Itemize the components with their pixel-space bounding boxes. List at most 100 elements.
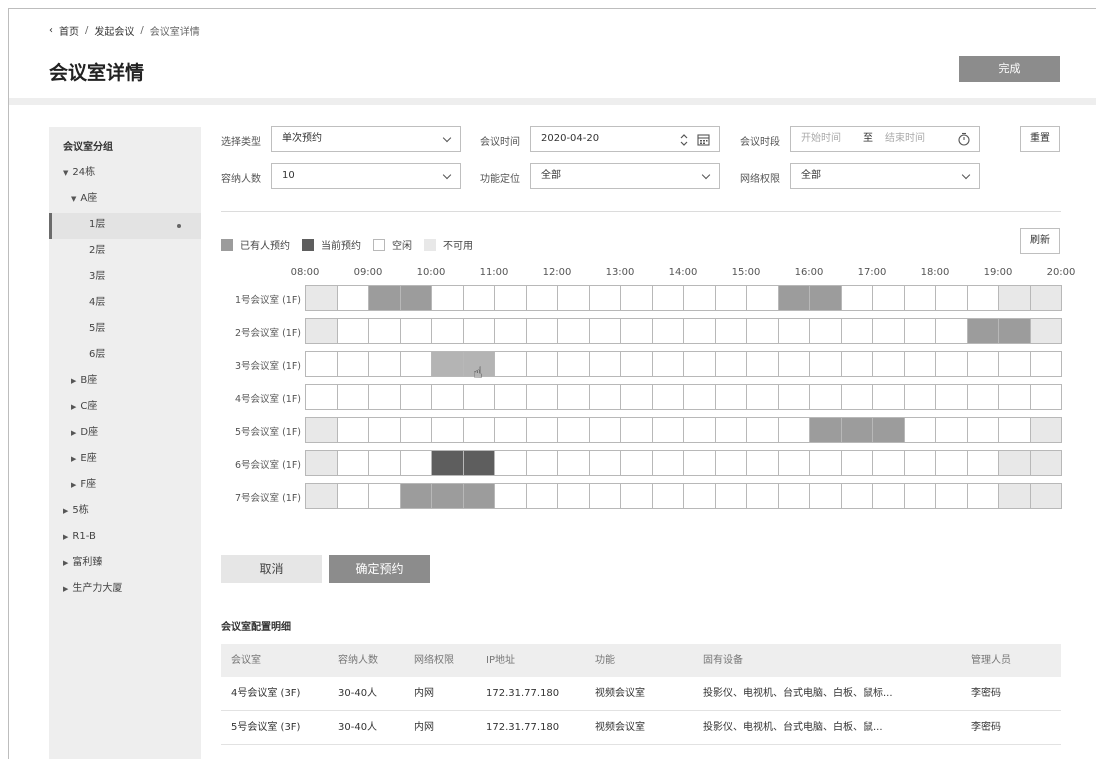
slot-booked[interactable]	[872, 417, 905, 443]
slot-booked[interactable]	[431, 483, 464, 509]
slot-free[interactable]	[399, 384, 432, 410]
capacity-select[interactable]: 10	[271, 163, 461, 189]
slot-free[interactable]	[966, 351, 999, 377]
period-range-input[interactable]: 开始时间 至 结束时间	[790, 126, 980, 152]
slot-free[interactable]	[714, 417, 747, 443]
sidebar-item[interactable]: 5层	[89, 316, 105, 342]
slot-free[interactable]	[714, 483, 747, 509]
slot-free[interactable]	[809, 450, 842, 476]
sidebar-item[interactable]: 6层	[89, 342, 105, 368]
slot-free[interactable]	[683, 483, 716, 509]
slot-free[interactable]	[966, 384, 999, 410]
slot-free[interactable]	[494, 318, 527, 344]
slot-free[interactable]	[525, 417, 558, 443]
slot-booked[interactable]	[399, 285, 432, 311]
slot-free[interactable]	[872, 285, 905, 311]
slot-free[interactable]	[714, 450, 747, 476]
slot-free[interactable]	[746, 384, 779, 410]
slot-free[interactable]	[336, 318, 369, 344]
slot-free[interactable]	[305, 384, 338, 410]
slot-free[interactable]	[998, 384, 1031, 410]
slot-free[interactable]	[620, 351, 653, 377]
slot-free[interactable]	[777, 483, 810, 509]
slot-free[interactable]	[588, 318, 621, 344]
slot-free[interactable]	[431, 417, 464, 443]
slot-booked[interactable]	[840, 417, 873, 443]
slot-free[interactable]	[746, 285, 779, 311]
slot-free[interactable]	[557, 483, 590, 509]
sidebar-item[interactable]: ▼ 24栋	[63, 160, 95, 186]
slot-free[interactable]	[651, 285, 684, 311]
slot-free[interactable]	[620, 318, 653, 344]
sidebar-item[interactable]: ▶ B座	[71, 368, 97, 394]
slot-free[interactable]	[494, 285, 527, 311]
slot-free[interactable]	[368, 351, 401, 377]
slot-free[interactable]	[746, 417, 779, 443]
slot-free[interactable]	[336, 285, 369, 311]
slot-free[interactable]	[431, 384, 464, 410]
slot-free[interactable]	[998, 417, 1031, 443]
slot-free[interactable]	[368, 384, 401, 410]
done-button[interactable]: 完成	[959, 56, 1060, 82]
sidebar-item[interactable]: 1层	[89, 212, 105, 238]
refresh-button[interactable]: 刷新	[1020, 228, 1060, 254]
slot-current[interactable]	[462, 450, 495, 476]
slot-free[interactable]	[903, 351, 936, 377]
breadcrumb-home[interactable]: 首页	[59, 23, 79, 38]
slot-free[interactable]	[620, 483, 653, 509]
slot-free[interactable]	[399, 450, 432, 476]
slot-free[interactable]	[525, 384, 558, 410]
sidebar-item[interactable]: ▼ A座	[71, 186, 97, 212]
sidebar-item[interactable]: ▶ 富利臻	[63, 550, 102, 576]
slot-free[interactable]	[651, 351, 684, 377]
slot-free[interactable]	[998, 351, 1031, 377]
slot-free[interactable]	[620, 417, 653, 443]
slot-free[interactable]	[305, 351, 338, 377]
slot-free[interactable]	[557, 450, 590, 476]
slot-free[interactable]	[588, 285, 621, 311]
timer-icon[interactable]	[957, 132, 971, 146]
slot-free[interactable]	[368, 417, 401, 443]
slot-free[interactable]	[809, 483, 842, 509]
table-row[interactable]: 4号会议室 (3F) 30-40人 内网 172.31.77.180 视频会议室 投影仪、…	[221, 677, 1061, 711]
slot-free[interactable]	[651, 318, 684, 344]
slot-free[interactable]	[525, 483, 558, 509]
slot-booked[interactable]	[809, 417, 842, 443]
slot-free[interactable]	[809, 384, 842, 410]
slot-free[interactable]	[620, 384, 653, 410]
slot-free[interactable]	[588, 483, 621, 509]
slot-free[interactable]	[336, 351, 369, 377]
slot-booked[interactable]	[998, 318, 1031, 344]
slot-free[interactable]	[777, 417, 810, 443]
slot-free[interactable]	[683, 384, 716, 410]
slot-free[interactable]	[903, 384, 936, 410]
slot-free[interactable]	[935, 417, 968, 443]
slot-free[interactable]	[683, 318, 716, 344]
slot-free[interactable]	[872, 384, 905, 410]
slot-free[interactable]	[651, 450, 684, 476]
slot-free[interactable]	[935, 384, 968, 410]
slot-booked[interactable]	[777, 285, 810, 311]
slot-free[interactable]	[1029, 384, 1062, 410]
back-icon[interactable]: ‹	[49, 25, 53, 36]
reset-button[interactable]: 重置	[1020, 126, 1060, 152]
slot-free[interactable]	[714, 384, 747, 410]
confirm-booking-button[interactable]: 确定预约	[329, 555, 430, 583]
slot-free[interactable]	[840, 384, 873, 410]
date-input[interactable]: 2020-04-20	[530, 126, 720, 152]
slot-free[interactable]	[714, 285, 747, 311]
slot-free[interactable]	[777, 318, 810, 344]
slot-free[interactable]	[935, 285, 968, 311]
slot-free[interactable]	[336, 483, 369, 509]
slot-free[interactable]	[588, 351, 621, 377]
slot-free[interactable]	[525, 450, 558, 476]
slot-free[interactable]	[777, 351, 810, 377]
table-row[interactable]: 5号会议室 (3F) 30-40人 内网 172.31.77.180 视频会议室 投影仪、…	[221, 711, 1061, 745]
slot-free[interactable]	[966, 285, 999, 311]
slot-free[interactable]	[809, 351, 842, 377]
sidebar-item[interactable]: ▶ D座	[71, 420, 98, 446]
slot-free[interactable]	[525, 285, 558, 311]
spinner-icon[interactable]	[679, 133, 689, 147]
slot-current[interactable]	[431, 450, 464, 476]
slot-booked[interactable]	[966, 318, 999, 344]
